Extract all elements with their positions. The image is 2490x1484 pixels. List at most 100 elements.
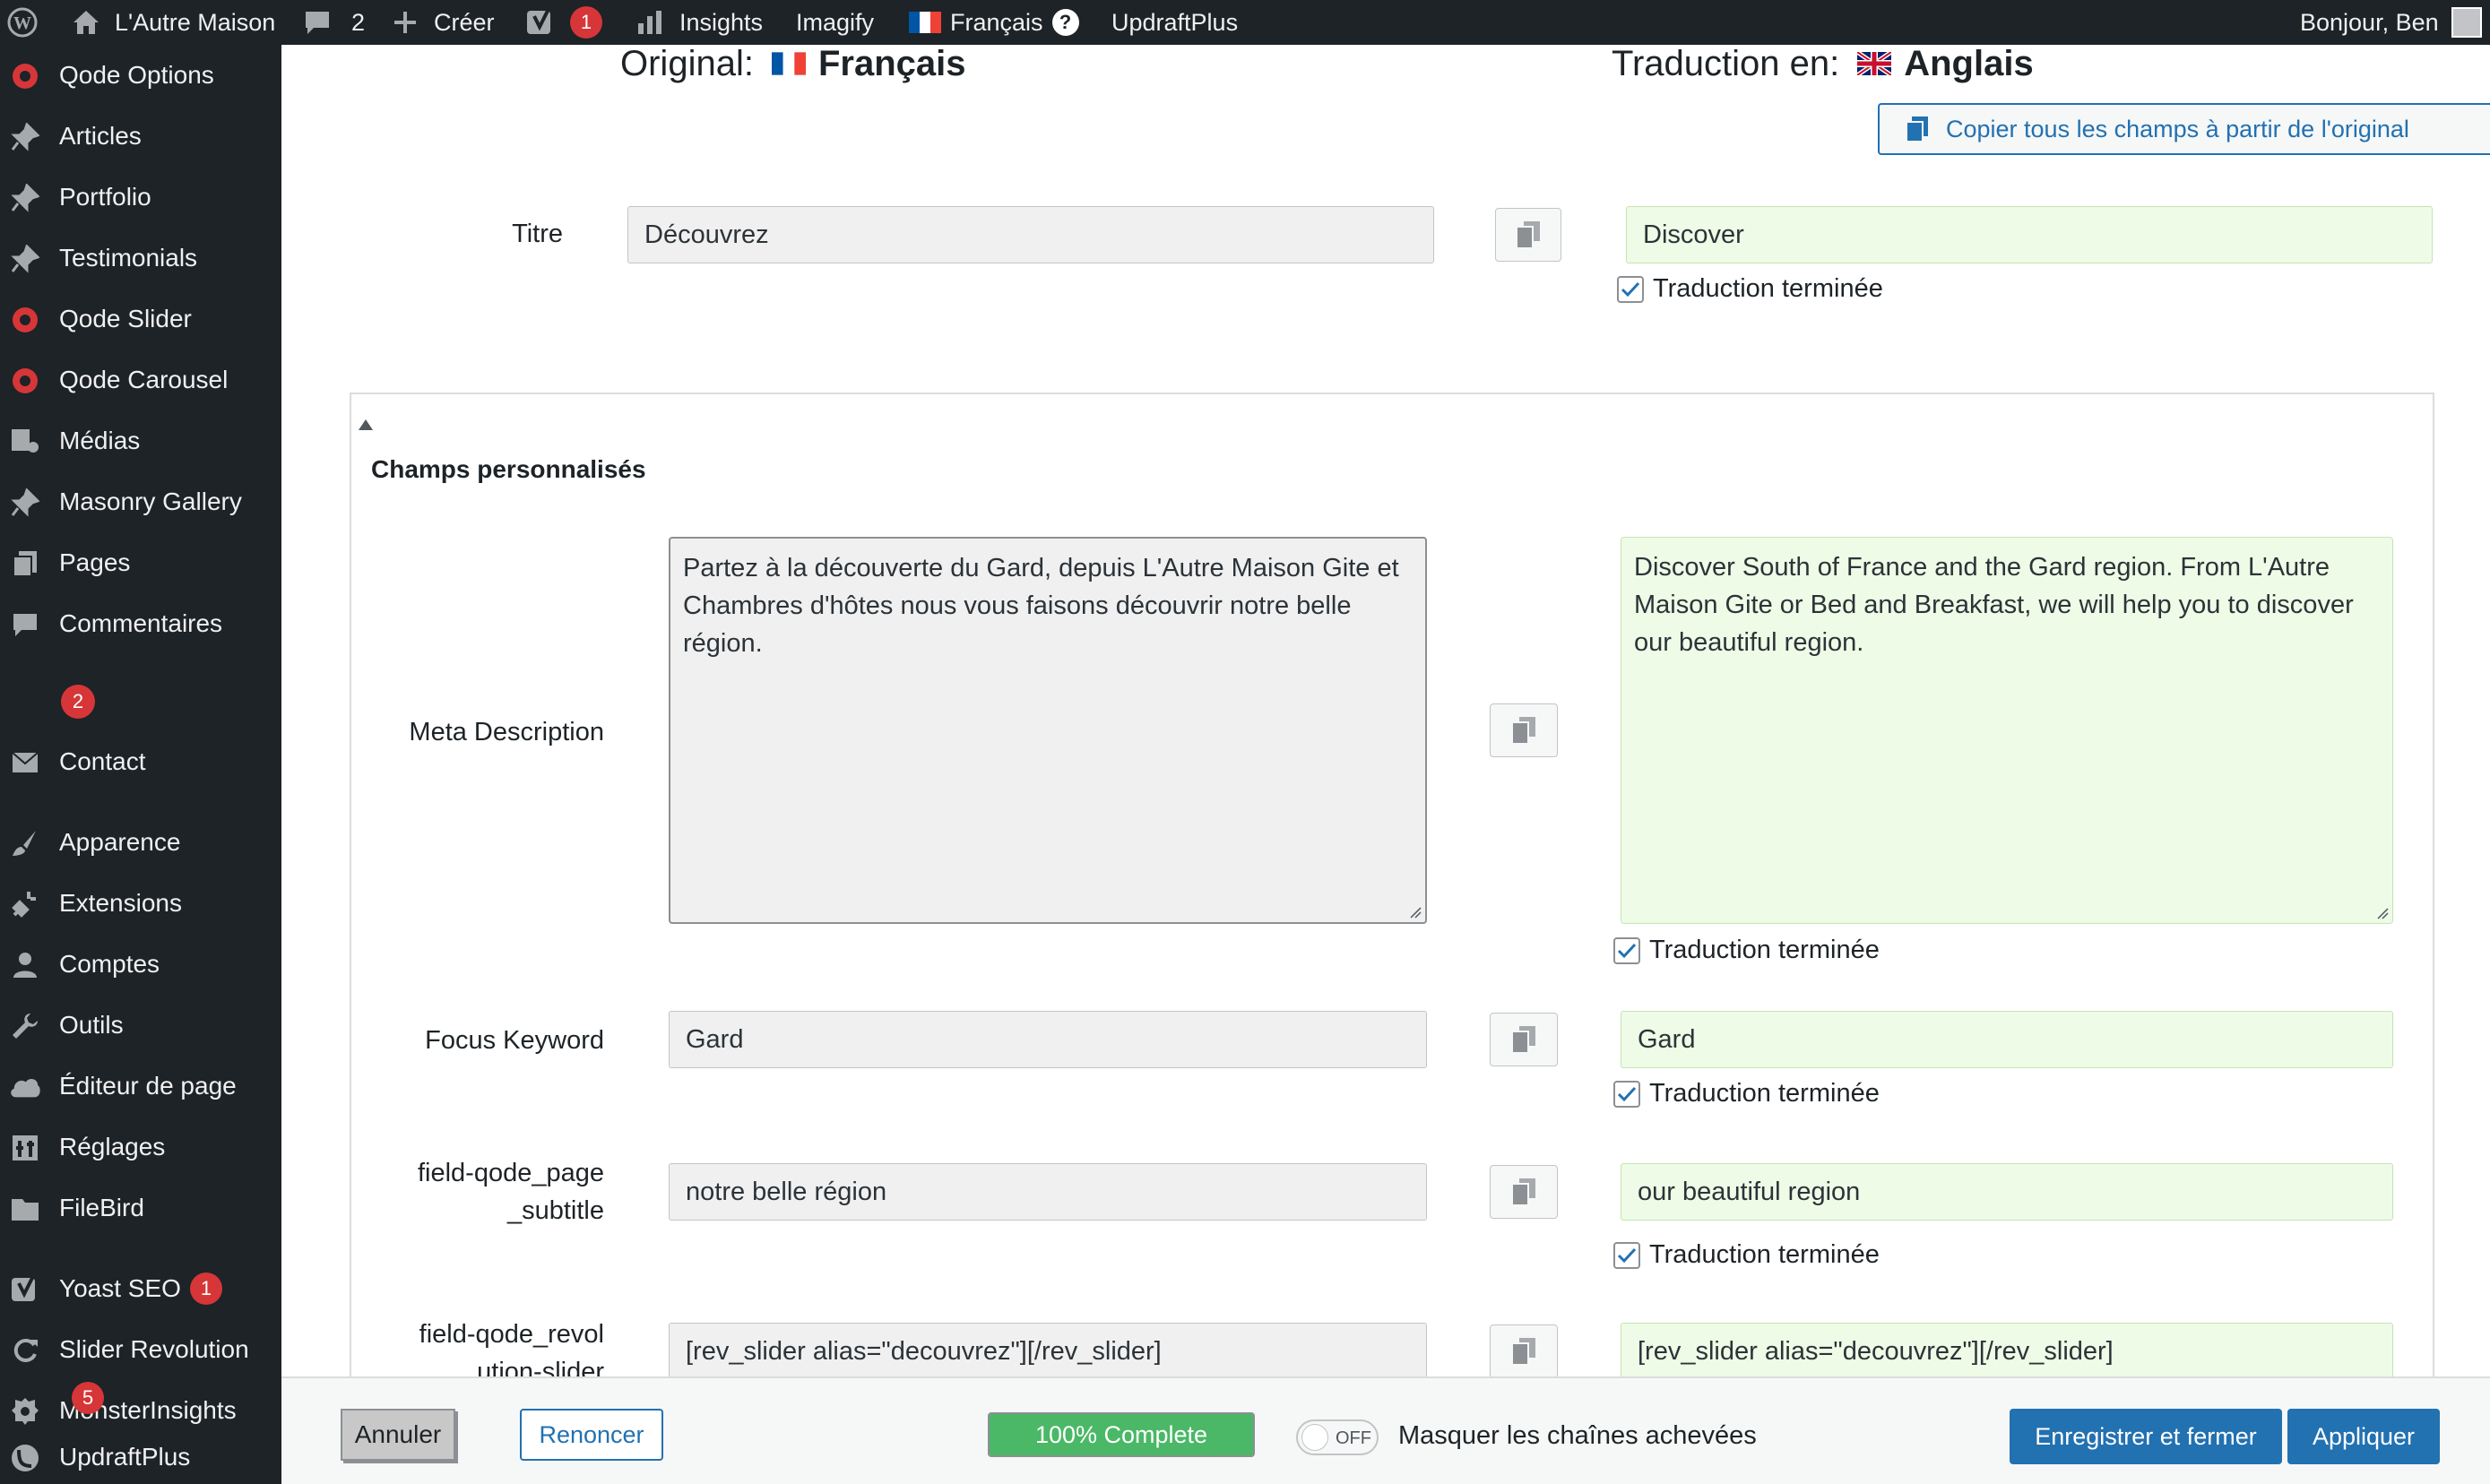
revolution-slider-original-field: [rev_slider alias="decouvrez"][/rev_slid… bbox=[669, 1323, 1427, 1376]
qode-icon bbox=[9, 304, 41, 336]
monster-icon bbox=[9, 1395, 41, 1428]
focus-keyword-label: Focus Keyword bbox=[425, 1026, 604, 1055]
sidebar-item-editeur-de-page[interactable]: Éditeur de page bbox=[0, 1059, 281, 1113]
media-icon bbox=[9, 426, 41, 458]
greeting: Bonjour, Ben bbox=[2300, 8, 2439, 36]
sidebar-item-filebird[interactable]: FileBird bbox=[0, 1181, 281, 1235]
svg-text:W: W bbox=[13, 13, 31, 33]
sidebar-item-label: Qode Options bbox=[59, 61, 214, 89]
sidebar-item-pages[interactable]: Pages bbox=[0, 536, 281, 590]
site-name-link[interactable]: L'Autre Maison bbox=[72, 0, 275, 45]
language-switcher[interactable]: Français ? bbox=[909, 0, 1079, 45]
page-subtitle-translation-field[interactable]: our beautiful region bbox=[1621, 1163, 2393, 1221]
title-original-field: Découvrez bbox=[627, 206, 1434, 263]
updraft-label: UpdraftPlus bbox=[1111, 8, 1239, 36]
checkbox[interactable] bbox=[1613, 1080, 1640, 1108]
focus-keyword-translation-field[interactable]: Gard bbox=[1621, 1011, 2393, 1068]
meta-description-complete-checkbox[interactable]: Traduction terminée bbox=[1613, 936, 1880, 965]
sidebar-item-label: Réglages bbox=[59, 1133, 166, 1160]
toggle-state: OFF bbox=[1336, 1428, 1371, 1448]
meta-description-translation-text: Discover South of France and the Gard re… bbox=[1634, 553, 2354, 657]
resize-grip-icon[interactable] bbox=[1409, 906, 1422, 919]
save-and-close-button[interactable]: Enregistrer et fermer bbox=[2010, 1409, 2282, 1464]
checkbox[interactable] bbox=[1613, 1241, 1640, 1269]
copy-focus-keyword-button[interactable] bbox=[1490, 1013, 1558, 1066]
custom-fields-title: Champs personnalisés bbox=[371, 455, 646, 483]
sidebar-item-apparence[interactable]: Apparence bbox=[0, 815, 281, 869]
sidebar-item-updraftplus[interactable]: UpdraftPlus bbox=[0, 1430, 281, 1484]
sidebar-item-extensions[interactable]: Extensions bbox=[0, 876, 281, 930]
copy-all-fields-button[interactable]: Copier tous les champs à partir de l'ori… bbox=[1878, 103, 2490, 155]
translation-language: Anglais bbox=[1904, 45, 2034, 83]
french-flag-icon bbox=[909, 12, 941, 33]
insights-menu[interactable]: Insights bbox=[636, 0, 763, 45]
sidebar-item-comptes[interactable]: Comptes bbox=[0, 937, 281, 991]
sidebar-item-label: Éditeur de page bbox=[59, 1072, 237, 1100]
meta-description-original-field: Partez à la découverte du Gard, depuis L… bbox=[669, 537, 1427, 924]
sidebar-item-qode-options[interactable]: Qode Options bbox=[0, 48, 281, 102]
copy-all-label: Copier tous les champs à partir de l'ori… bbox=[1946, 115, 2409, 142]
comments-link[interactable]: 2 bbox=[303, 0, 365, 45]
help-icon[interactable]: ? bbox=[1051, 9, 1079, 36]
cancel-button[interactable]: Annuler bbox=[341, 1409, 455, 1461]
sidebar-item-medias[interactable]: Médias bbox=[0, 414, 281, 468]
sidebar-item-label: Masonry Gallery bbox=[59, 487, 242, 515]
sidebar-item-portfolio[interactable]: Portfolio bbox=[0, 170, 281, 224]
sidebar-item-outils[interactable]: Outils bbox=[0, 998, 281, 1052]
comments-notification-badge: 2 bbox=[61, 685, 95, 719]
focus-keyword-complete-checkbox[interactable]: Traduction terminée bbox=[1613, 1079, 1880, 1109]
page-subtitle-complete-checkbox[interactable]: Traduction terminée bbox=[1613, 1240, 1880, 1270]
sidebar-item-articles[interactable]: Articles bbox=[0, 109, 281, 163]
updraft-menu[interactable]: UpdraftPlus bbox=[1111, 0, 1238, 45]
admin-sidebar: Qode Options Articles Portfolio Testimon… bbox=[0, 45, 281, 1484]
sidebar-item-testimonials[interactable]: Testimonials bbox=[0, 231, 281, 285]
sidebar-item-slider-revolution[interactable]: Slider Revolution bbox=[0, 1323, 281, 1376]
translation-editor: Original: Français Traduction en: Anglai… bbox=[281, 45, 2490, 1376]
sidebar-item-label: Qode Carousel bbox=[59, 366, 229, 393]
comment-icon bbox=[303, 9, 332, 36]
apply-button[interactable]: Appliquer bbox=[2287, 1409, 2440, 1464]
page-subtitle-label: field-qode_page _subtitle bbox=[371, 1154, 604, 1229]
sidebar-item-label: Contact bbox=[59, 747, 146, 775]
monsterinsights-notification-badge: 5 bbox=[72, 1382, 104, 1414]
pin-icon bbox=[9, 243, 41, 275]
meta-description-label: Meta Description bbox=[409, 718, 604, 746]
copy-title-button[interactable] bbox=[1495, 208, 1561, 262]
hide-completed-toggle[interactable]: OFF bbox=[1296, 1419, 1379, 1455]
user-icon bbox=[9, 949, 41, 981]
sidebar-item-monsterinsights[interactable]: MonsterInsights bbox=[0, 1384, 281, 1437]
resize-grip-icon[interactable] bbox=[2376, 907, 2389, 919]
hide-completed-label: Masquer les chaînes achevées bbox=[1398, 1421, 1757, 1450]
sidebar-item-yoast-seo[interactable]: Yoast SEO 1 bbox=[0, 1262, 281, 1316]
revolution-slider-translation-field[interactable]: [rev_slider alias="decouvrez"][/rev_slid… bbox=[1621, 1323, 2393, 1376]
sidebar-item-commentaires[interactable]: Commentaires bbox=[0, 597, 281, 651]
wordpress-logo-icon[interactable]: W bbox=[7, 0, 38, 45]
sidebar-item-label: Comptes bbox=[59, 950, 160, 978]
sidebar-item-qode-slider[interactable]: Qode Slider bbox=[0, 292, 281, 346]
title-translation-field[interactable]: Discover bbox=[1626, 206, 2433, 263]
filebird-icon bbox=[9, 1193, 41, 1225]
sidebar-item-reglages[interactable]: Réglages bbox=[0, 1120, 281, 1174]
checkbox[interactable] bbox=[1617, 275, 1644, 303]
copy-icon bbox=[1516, 221, 1540, 249]
title-complete-checkbox[interactable]: Traduction terminée bbox=[1617, 274, 1883, 304]
checkmark-icon bbox=[1617, 943, 1637, 958]
sidebar-item-masonry-gallery[interactable]: Masonry Gallery bbox=[0, 475, 281, 529]
copy-revolution-slider-button[interactable] bbox=[1490, 1324, 1558, 1376]
checkbox-label: Traduction terminée bbox=[1649, 1079, 1880, 1108]
collapse-arrow-icon[interactable] bbox=[359, 419, 373, 430]
copy-page-subtitle-button[interactable] bbox=[1490, 1165, 1558, 1219]
yoast-icon bbox=[525, 7, 556, 38]
imagify-menu[interactable]: Imagify bbox=[796, 0, 874, 45]
sidebar-item-qode-carousel[interactable]: Qode Carousel bbox=[0, 353, 281, 407]
discard-button[interactable]: Renoncer bbox=[520, 1409, 663, 1461]
yoast-menu[interactable]: 1 bbox=[525, 0, 602, 45]
sidebar-item-contact[interactable]: Contact bbox=[0, 735, 281, 789]
checkbox[interactable] bbox=[1613, 936, 1640, 964]
new-content-link[interactable]: Créer bbox=[393, 0, 495, 45]
sidebar-item-label: Qode Slider bbox=[59, 305, 192, 332]
copy-meta-description-button[interactable] bbox=[1490, 703, 1558, 757]
meta-description-translation-field[interactable]: Discover South of France and the Gard re… bbox=[1621, 537, 2393, 924]
sidebar-item-label: Commentaires bbox=[59, 609, 223, 637]
user-account-menu[interactable]: Bonjour, Ben bbox=[2300, 0, 2482, 45]
